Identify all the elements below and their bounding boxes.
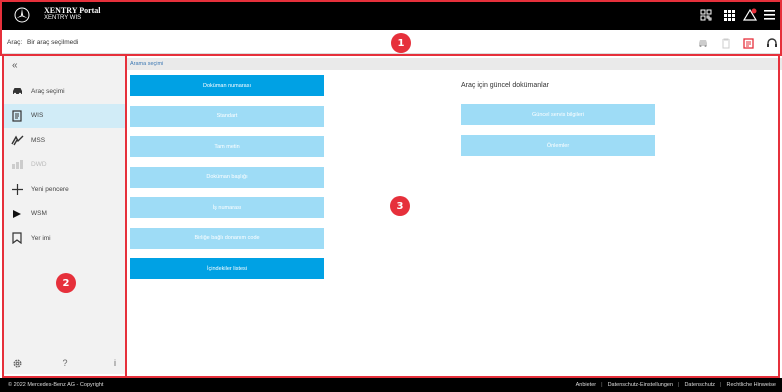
dwd-icon	[10, 158, 24, 172]
plus-icon	[10, 182, 24, 196]
brand-subtitle: XENTRY WIS	[44, 15, 82, 21]
search-standard-button[interactable]: Standart	[130, 105, 324, 127]
section-title: Arama seçimi	[126, 58, 782, 70]
document-icon[interactable]	[741, 36, 755, 50]
sidebar-item-label: WSM	[31, 210, 47, 218]
annotation-marker-1: 1	[391, 33, 411, 53]
sidebar-footer: ? i	[4, 352, 125, 374]
vehicle-value: Bir araç seçilmedi	[26, 39, 79, 46]
vehicle-label: Araç:	[7, 39, 23, 46]
main-content: Arama seçimi Doküman numarası Standart T…	[126, 56, 782, 374]
help-button[interactable]: ?	[58, 356, 72, 370]
current-service-info-button[interactable]: Güncel servis bilgileri	[461, 104, 655, 125]
collapse-sidebar-button[interactable]: «	[12, 60, 18, 71]
sidebar: « Araç seçimi WIS MSS DWD Yeni pencere W…	[4, 56, 125, 374]
footer-link-privacy[interactable]: Datenschutz	[684, 382, 715, 388]
search-options: Doküman numarası Standart Tam metin Dokü…	[130, 75, 324, 289]
search-full-text-button[interactable]: Tam metin	[130, 136, 324, 157]
sidebar-nav: Araç seçimi WIS MSS DWD Yeni pencere WSM…	[4, 79, 125, 251]
trash-icon[interactable]	[719, 36, 733, 50]
footer-link-legal[interactable]: Rechtliche Hinweise	[726, 382, 776, 388]
grid-apps-icon[interactable]	[720, 6, 738, 24]
gear-icon[interactable]	[10, 356, 24, 370]
menu-icon[interactable]	[760, 6, 778, 24]
mss-icon	[10, 133, 24, 147]
sidebar-item-label: DWD	[31, 161, 47, 169]
current-docs-list: Güncel servis bilgileri Önlemler	[461, 104, 655, 166]
headset-icon[interactable]	[765, 36, 779, 50]
sidebar-item-dwd[interactable]: DWD	[4, 153, 125, 178]
footer-links: Anbieter | Datenschutz-Einstellungen | D…	[575, 382, 776, 388]
warning-icon[interactable]	[741, 6, 759, 24]
measures-button[interactable]: Önlemler	[461, 135, 655, 156]
sidebar-item-yer-imi[interactable]: Yer imi	[4, 226, 125, 251]
sidebar-item-label: Yer imi	[31, 234, 51, 242]
current-docs-heading: Araç için güncel dokümanlar	[461, 82, 549, 89]
footer: © 2022 Mercedes-Benz AG - Copyright Anbi…	[0, 378, 782, 392]
footer-link-privacy-settings[interactable]: Datenschutz-Einstellungen	[608, 382, 673, 388]
annotation-marker-2: 2	[56, 273, 76, 293]
play-icon	[10, 207, 24, 221]
search-document-title-button[interactable]: Doküman başlığı	[130, 166, 324, 188]
table-of-contents-button[interactable]: İçindekiler listesi	[130, 258, 324, 279]
sidebar-item-arac-secimi[interactable]: Araç seçimi	[4, 79, 125, 104]
app-window: XENTRY Portal XENTRY WIS Araç: Bir araç …	[0, 0, 782, 392]
bookmark-icon	[10, 231, 24, 245]
info-button[interactable]: i	[108, 356, 122, 370]
top-bar: XENTRY Portal XENTRY WIS	[0, 0, 782, 30]
search-equipment-code-button[interactable]: Birliğe bağlı donanım code	[130, 227, 324, 249]
copyright: © 2022 Mercedes-Benz AG - Copyright	[8, 382, 104, 388]
annotation-marker-3: 3	[390, 196, 410, 216]
mercedes-star-icon	[14, 7, 30, 23]
sidebar-item-label: Yeni pencere	[31, 185, 69, 193]
sidebar-item-wsm[interactable]: WSM	[4, 202, 125, 227]
car-icon	[10, 84, 24, 98]
sidebar-item-wis[interactable]: WIS	[4, 103, 125, 128]
search-document-number-button[interactable]: Doküman numarası	[130, 75, 324, 96]
qr-scan-icon[interactable]	[697, 6, 715, 24]
sidebar-item-label: Araç seçimi	[31, 87, 65, 95]
sidebar-item-label: WIS	[31, 112, 44, 120]
sidebar-item-label: MSS	[31, 136, 46, 144]
sidebar-item-yeni-pencere[interactable]: Yeni pencere	[4, 177, 125, 202]
car-icon[interactable]	[696, 36, 710, 50]
document-icon	[10, 109, 24, 123]
footer-link-anbieter[interactable]: Anbieter	[576, 382, 597, 388]
sidebar-item-mss[interactable]: MSS	[4, 128, 125, 153]
brand-title: XENTRY Portal	[44, 6, 101, 15]
search-job-number-button[interactable]: İş numarası	[130, 197, 324, 218]
